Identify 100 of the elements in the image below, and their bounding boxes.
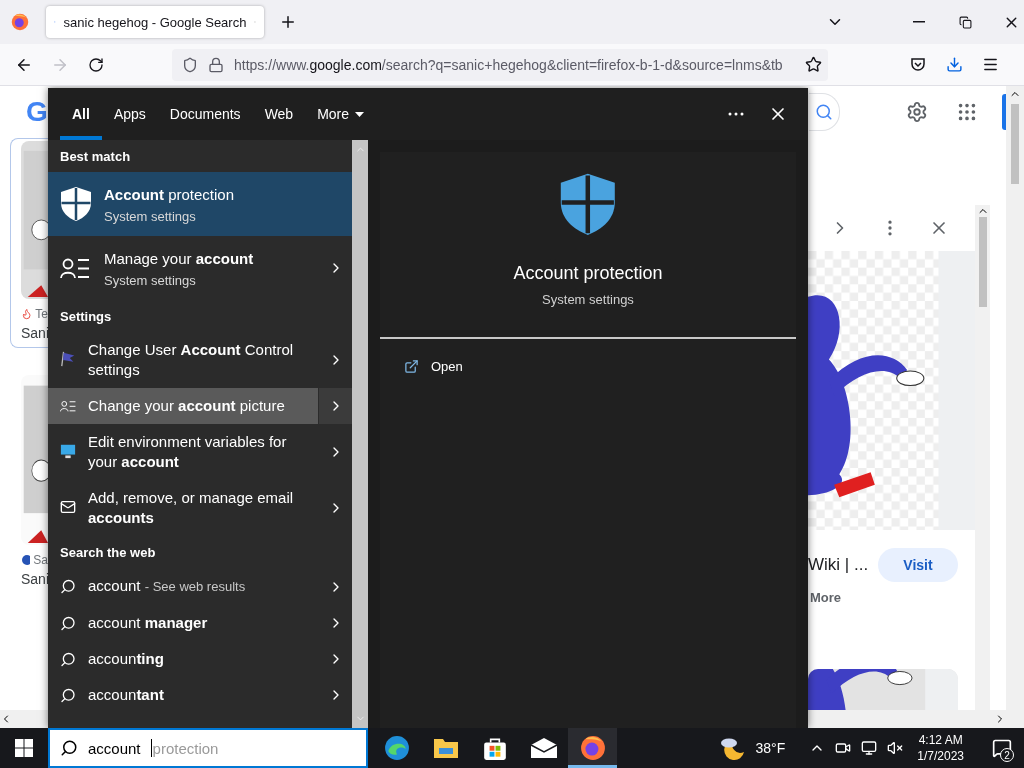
open-action[interactable]: Open: [380, 338, 487, 394]
monitor-icon[interactable]: [861, 740, 878, 756]
filter-tab[interactable]: More: [305, 88, 377, 140]
muted-speaker-icon[interactable]: [887, 740, 904, 756]
section-heading: Search the web: [59, 544, 157, 562]
result-item[interactable]: account - See web results: [48, 568, 352, 605]
shield-icon: [559, 172, 617, 237]
section-heading: Best match: [59, 148, 132, 166]
result-item[interactable]: account manager: [48, 605, 352, 641]
tab-title: sanic hegehog - Google Search: [63, 14, 247, 30]
result-item[interactable]: Manage your account System settings: [48, 236, 352, 300]
fox-logo-icon[interactable]: [11, 13, 29, 31]
result-item[interactable]: Account protection System settings: [48, 172, 352, 236]
notifications-button[interactable]: 2: [980, 728, 1024, 768]
detail-title: Account protection: [513, 262, 663, 284]
search-icon: [60, 739, 78, 757]
clock-date[interactable]: 1/7/2023: [917, 748, 964, 764]
fox-logo-icon[interactable]: [579, 735, 606, 761]
caret-icon: [355, 111, 365, 117]
site-icon: [21, 554, 31, 566]
search-icon: [60, 578, 76, 595]
search-icon: [60, 650, 76, 668]
result-title: accounting: [88, 649, 164, 669]
url-text: https://www.google.com/search?q=sanic+hegehog&client=firefox-b-1-d&source=lnms&tb: [234, 56, 784, 73]
folder-icon[interactable]: [432, 736, 459, 760]
result-item[interactable]: Edit environment variables for your account: [48, 424, 352, 480]
result-title: account manager: [88, 613, 208, 633]
message-icon: [992, 738, 1012, 758]
search-text: account: [88, 739, 141, 757]
filter-tab[interactable]: Documents: [157, 88, 253, 140]
preview-title: Wiki | ...: [808, 555, 869, 576]
flame-icon: [21, 308, 33, 320]
detail-subtitle: System settings: [542, 291, 634, 307]
taskbar-app-button[interactable]: [568, 728, 617, 768]
result-item[interactable]: Change your account picture: [48, 388, 352, 424]
result-subtitle: System settings: [104, 272, 197, 288]
more-link[interactable]: More: [808, 590, 975, 606]
expand-button[interactable]: [318, 388, 352, 424]
pocket-icon: [910, 56, 926, 73]
settings-button[interactable]: [905, 100, 929, 124]
result-title: Edit environment variables for your account: [88, 432, 288, 472]
search-suggestion: protection: [152, 739, 219, 757]
browser-tab[interactable]: sanic hegehog - Google Search: [46, 6, 264, 38]
result-item[interactable]: accountant: [48, 677, 352, 713]
result-title: Account protection: [104, 184, 235, 205]
section-heading: Settings: [59, 308, 113, 326]
scrollbar-thumb[interactable]: [978, 217, 987, 307]
open-icon: [404, 358, 419, 374]
text-caret: [150, 739, 152, 757]
reload-icon: [88, 56, 104, 73]
result-title: Change your account picture: [88, 396, 285, 416]
person-list-icon: [60, 399, 76, 413]
minimize-icon: [913, 21, 925, 23]
result-title: Manage your account: [104, 248, 254, 269]
result-card[interactable]: Sa Sani: [10, 372, 48, 594]
result-source: Sa: [33, 553, 48, 567]
menu-icon: [981, 56, 999, 73]
notification-count: 2: [1000, 748, 1014, 762]
flag-icon: [60, 350, 76, 368]
settings-icon: [906, 101, 928, 123]
envelope-icon[interactable]: [529, 737, 558, 759]
camera-icon[interactable]: [835, 740, 852, 756]
scrollbar-thumb[interactable]: [1011, 104, 1019, 184]
shield-icon: [60, 186, 92, 222]
filter-tab[interactable]: Apps: [101, 88, 158, 140]
result-title: Sani: [21, 571, 48, 587]
result-item[interactable]: accounting: [48, 641, 352, 677]
search-icon: [815, 103, 833, 121]
ellipsis-icon: [728, 112, 744, 116]
restore-icon: [958, 15, 972, 29]
download-icon: [945, 56, 963, 73]
result-title: Change User Account Control settings: [88, 340, 295, 380]
visit-button[interactable]: Visit: [878, 548, 958, 583]
result-text: account - See web results: [88, 576, 246, 596]
search-bar[interactable]: [809, 93, 840, 131]
plus-icon: [279, 13, 297, 31]
monitor-icon: [60, 442, 76, 460]
search-icon: [60, 614, 76, 632]
result-title: Add, remove, or manage email accounts: [88, 488, 295, 528]
result-item[interactable]: Change User Account Control settings: [48, 332, 352, 388]
result-source: Te: [35, 307, 48, 321]
temperature: 38°F: [755, 740, 786, 756]
person-list-icon: [60, 257, 90, 279]
envelope-icon: [60, 498, 76, 516]
result-item[interactable]: Add, remove, or manage email accounts: [48, 480, 352, 536]
clock-time[interactable]: 4:12 AM: [918, 732, 963, 748]
bookmark-star-icon[interactable]: [805, 56, 822, 73]
address-field[interactable]: https://www.google.com/search?q=sanic+hegehog&client=firefox-b-1-d&source=lnms&tb: [172, 48, 828, 81]
windows-logo-icon: [15, 739, 33, 757]
result-title: Sani: [21, 325, 48, 341]
shield-icon: [182, 56, 198, 73]
lock-icon: [208, 56, 224, 73]
logo: G: [26, 96, 48, 128]
moon-cloud-icon[interactable]: [719, 736, 746, 760]
filter-tab[interactable]: Web: [252, 88, 306, 140]
search-field[interactable]: account protection: [48, 728, 368, 768]
search-icon: [60, 686, 76, 704]
grid-icon: [956, 101, 978, 123]
result-subtitle: System settings: [104, 208, 197, 224]
swirl-icon[interactable]: [383, 735, 410, 761]
